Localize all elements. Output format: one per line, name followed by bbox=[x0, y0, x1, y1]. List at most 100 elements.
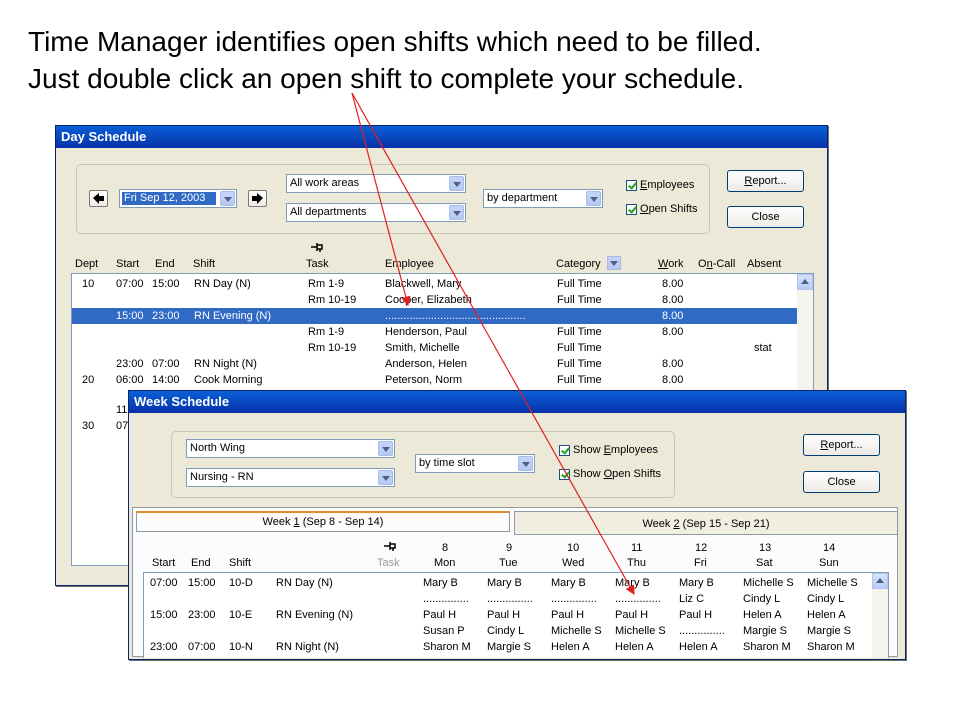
week-cell[interactable]: Mary B bbox=[615, 577, 650, 589]
week-cell[interactable]: Paul H bbox=[615, 609, 648, 621]
week-grouping-value: by time slot bbox=[419, 457, 475, 469]
open-shifts-checkbox[interactable] bbox=[626, 204, 637, 215]
chevron-down-icon[interactable] bbox=[449, 205, 464, 220]
day-cell: 15:00 bbox=[116, 310, 144, 322]
week-cell[interactable]: Paul H bbox=[423, 609, 456, 621]
week-cell[interactable]: Susan P bbox=[423, 625, 465, 637]
work-area-select[interactable]: All work areas bbox=[286, 174, 466, 193]
week-cell[interactable]: Helen A bbox=[551, 641, 590, 653]
day-cell: Rm 10-19 bbox=[308, 294, 357, 306]
week-cell[interactable]: Sharon M bbox=[807, 641, 855, 653]
day-header-name: Mon bbox=[434, 557, 456, 569]
pushpin-icon bbox=[311, 243, 323, 252]
week-cell[interactable]: Mary B bbox=[551, 577, 586, 589]
grouping-value: by department bbox=[487, 192, 558, 204]
grouping-select[interactable]: by department bbox=[483, 189, 603, 208]
prev-day-button[interactable] bbox=[89, 190, 108, 207]
date-value: Fri Sep 12, 2003 bbox=[124, 192, 206, 204]
week-cell[interactable]: Sharon M bbox=[423, 641, 471, 653]
week-cell: 07:00 bbox=[150, 577, 178, 589]
week-col-task: Task bbox=[377, 557, 400, 569]
open-shift-cell[interactable]: ............... bbox=[615, 593, 661, 605]
show-open-shifts-checkbox[interactable] bbox=[559, 469, 570, 480]
week-cell[interactable]: Paul H bbox=[487, 609, 520, 621]
day-close-button[interactable]: Close bbox=[727, 206, 804, 228]
col-task: Task bbox=[306, 258, 329, 270]
day-cell: Anderson, Helen bbox=[385, 358, 467, 370]
date-picker[interactable]: Fri Sep 12, 2003 bbox=[119, 189, 237, 208]
chevron-down-icon[interactable] bbox=[378, 441, 393, 456]
day-header-name: Wed bbox=[562, 557, 585, 569]
day-cell: RN Evening (N) bbox=[194, 310, 272, 322]
week-cell[interactable]: Paul H bbox=[679, 609, 712, 621]
week-cell[interactable]: Cindy L bbox=[743, 593, 780, 605]
day-cell: 14:00 bbox=[152, 374, 180, 386]
open-shift-cell[interactable]: ............... bbox=[423, 593, 469, 605]
week-cell[interactable]: Mary B bbox=[679, 577, 714, 589]
chevron-down-icon[interactable] bbox=[378, 470, 393, 485]
week-cell[interactable]: Liz C bbox=[679, 593, 704, 605]
open-shift-placeholder[interactable]: ........................................… bbox=[385, 310, 526, 322]
week-cell[interactable]: Michelle S bbox=[743, 577, 794, 589]
chevron-down-icon[interactable] bbox=[586, 191, 601, 206]
day-header-num: 9 bbox=[506, 542, 513, 554]
week-cell[interactable]: Sharon M bbox=[743, 641, 791, 653]
week-grid-scrollbar[interactable] bbox=[872, 573, 888, 658]
pushpin-icon bbox=[384, 542, 396, 551]
next-day-button[interactable] bbox=[248, 190, 267, 207]
week-cell[interactable]: Margie S bbox=[487, 641, 531, 653]
day-header-num: 14 bbox=[823, 542, 836, 554]
open-shift-cell[interactable]: ............... bbox=[679, 625, 725, 637]
week-cell[interactable]: Helen A bbox=[743, 609, 782, 621]
week-cell[interactable]: Helen A bbox=[679, 641, 718, 653]
day-cell: 15:00 bbox=[152, 278, 180, 290]
week-grouping-select[interactable]: by time slot bbox=[415, 454, 535, 473]
chevron-down-icon[interactable] bbox=[449, 176, 464, 191]
week-cell: 07:00 bbox=[188, 641, 216, 653]
day-cell: 8.00 bbox=[662, 310, 684, 322]
employees-checkbox[interactable] bbox=[626, 180, 637, 191]
day-header-num: 8 bbox=[442, 542, 449, 554]
week-cell: 23:00 bbox=[150, 641, 178, 653]
week-cell[interactable]: Paul H bbox=[551, 609, 584, 621]
tab-week-1[interactable]: Week 1 (Sep 8 - Sep 14) bbox=[136, 511, 510, 532]
week-report-button[interactable]: Report... bbox=[803, 434, 880, 456]
col-dept: Dept bbox=[75, 258, 99, 270]
week-cell[interactable]: Margie S bbox=[807, 625, 851, 637]
week-schedule-grid[interactable]: 07:00 15:00 10-D RN Day (N) Mary B Mary … bbox=[143, 572, 889, 658]
filter-dropdown-icon[interactable] bbox=[607, 256, 621, 270]
week-cell[interactable]: Margie S bbox=[743, 625, 787, 637]
week-cell: 15:00 bbox=[150, 609, 178, 621]
week-close-button[interactable]: Close bbox=[803, 471, 880, 493]
day-schedule-titlebar[interactable]: Day Schedule bbox=[56, 126, 827, 148]
week-cell[interactable]: Helen A bbox=[615, 641, 654, 653]
week-cell[interactable]: Michelle S bbox=[551, 625, 602, 637]
day-cell: Rm 10-19 bbox=[308, 342, 357, 354]
week-cell[interactable]: Mary B bbox=[423, 577, 458, 589]
week-cell[interactable]: Michelle S bbox=[615, 625, 666, 637]
week-area-select[interactable]: North Wing bbox=[186, 439, 395, 458]
day-report-button[interactable]: Report... bbox=[727, 170, 804, 192]
week-cell[interactable]: Mary B bbox=[487, 577, 522, 589]
day-cell: RN Day (N) bbox=[194, 278, 251, 290]
col-absent: Absent bbox=[747, 258, 782, 270]
chevron-down-icon[interactable] bbox=[518, 456, 533, 471]
show-employees-checkbox[interactable] bbox=[559, 445, 570, 456]
tab-week-2[interactable]: Week 2 (Sep 15 - Sep 21) bbox=[514, 511, 898, 535]
department-select[interactable]: All departments bbox=[286, 203, 466, 222]
week-schedule-titlebar[interactable]: Week Schedule bbox=[129, 391, 905, 413]
week-cell[interactable]: Michelle S bbox=[807, 577, 858, 589]
day-header-name: Sat bbox=[756, 557, 773, 569]
week-dept-select[interactable]: Nursing - RN bbox=[186, 468, 395, 487]
open-shift-cell[interactable]: ............... bbox=[487, 593, 533, 605]
day-header-num: 11 bbox=[631, 542, 643, 554]
scroll-up-icon[interactable] bbox=[872, 573, 888, 589]
week-cell[interactable]: Cindy L bbox=[487, 625, 524, 637]
week-cell[interactable]: Cindy L bbox=[807, 593, 844, 605]
week-cell[interactable]: Helen A bbox=[807, 609, 846, 621]
scroll-up-icon[interactable] bbox=[797, 274, 813, 290]
open-shift-cell[interactable]: ............... bbox=[551, 593, 597, 605]
day-cell: Rm 1-9 bbox=[308, 326, 345, 338]
chevron-down-icon[interactable] bbox=[220, 191, 235, 206]
week-cell: RN Night (N) bbox=[276, 641, 339, 653]
